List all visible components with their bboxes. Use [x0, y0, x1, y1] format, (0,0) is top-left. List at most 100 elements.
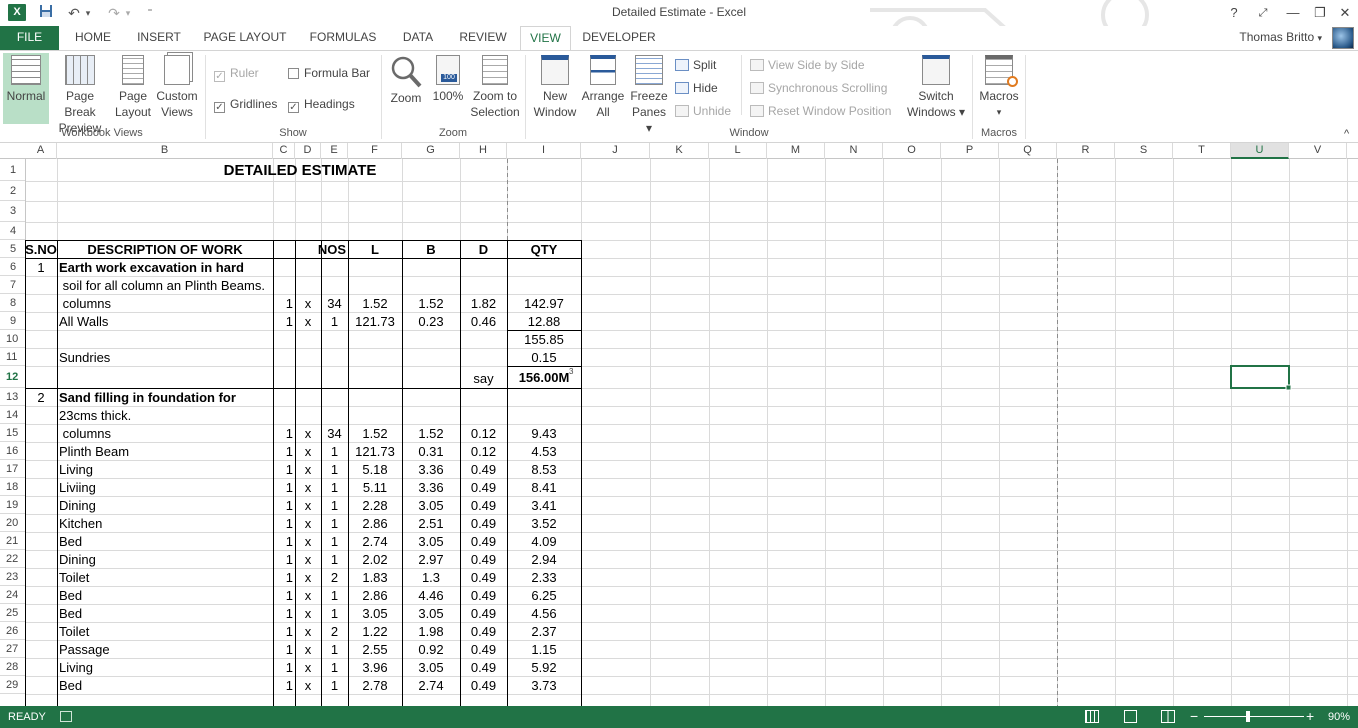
custom-views-button[interactable]: Custom Views [154, 53, 200, 120]
column-header-D[interactable]: D [295, 143, 321, 159]
row-header-4[interactable]: 4 [0, 222, 25, 240]
close-button[interactable]: ✕ [1334, 3, 1356, 23]
page-layout-button[interactable]: Page Layout [112, 53, 154, 120]
collapse-ribbon-icon[interactable]: ^ [1344, 125, 1349, 143]
tab-view[interactable]: VIEW [520, 26, 571, 51]
column-header-V[interactable]: V [1289, 143, 1347, 159]
tab-page-layout[interactable]: PAGE LAYOUT [198, 26, 292, 50]
row-header-23[interactable]: 23 [0, 568, 25, 586]
zoom-slider-thumb[interactable] [1246, 711, 1250, 722]
row-header-19[interactable]: 19 [0, 496, 25, 514]
row-header-16[interactable]: 16 [0, 442, 25, 460]
ruler-checkbox[interactable]: ✓ Ruler [214, 64, 259, 82]
arrange-all-button[interactable]: Arrange All [580, 53, 626, 120]
tab-data[interactable]: DATA [394, 26, 442, 50]
hide-button[interactable]: Hide [675, 79, 718, 97]
row-header-13[interactable]: 13 [0, 388, 25, 406]
headings-checkbox[interactable]: ✓ Headings [288, 95, 355, 113]
column-header-E[interactable]: E [321, 143, 348, 159]
active-cell-selection[interactable] [1230, 365, 1290, 389]
formula-bar-checkbox[interactable]: Formula Bar [288, 64, 370, 82]
freeze-panes-button[interactable]: Freeze Panes ▾ [628, 53, 670, 136]
normal-view-button[interactable]: Normal [3, 53, 49, 124]
tab-file[interactable]: FILE [0, 26, 59, 50]
row-header-25[interactable]: 25 [0, 604, 25, 622]
page-layout-status-icon[interactable] [1124, 710, 1137, 723]
column-header-C[interactable]: C [273, 143, 295, 159]
row-header-20[interactable]: 20 [0, 514, 25, 532]
zoom-out-button[interactable]: − [1190, 708, 1198, 724]
column-header-R[interactable]: R [1057, 143, 1115, 159]
page-break-status-icon[interactable] [1161, 710, 1175, 723]
row-header-7[interactable]: 7 [0, 276, 25, 294]
row-header-15[interactable]: 15 [0, 424, 25, 442]
column-header-M[interactable]: M [767, 143, 825, 159]
worksheet-grid[interactable]: ABCDEFGHIJKLMNOPQRSTUV 1 2 3 4 5 6 7 8 9 10 11 12 13… [0, 143, 1358, 706]
row-header-8[interactable]: 8 [0, 294, 25, 312]
reset-window-position-button[interactable]: Reset Window Position [750, 102, 891, 120]
column-header-O[interactable]: O [883, 143, 941, 159]
ribbon-display-options-icon[interactable]: ⤢ [1252, 3, 1274, 23]
column-header-J[interactable]: J [581, 143, 650, 159]
row-header-24[interactable]: 24 [0, 586, 25, 604]
column-header-P[interactable]: P [941, 143, 999, 159]
row-header-22[interactable]: 22 [0, 550, 25, 568]
row-header-28[interactable]: 28 [0, 658, 25, 676]
view-side-by-side-button[interactable]: View Side by Side [750, 56, 865, 74]
minimize-button[interactable]: — [1282, 3, 1304, 23]
row-header-5[interactable]: 5 [0, 240, 25, 258]
tab-formulas[interactable]: FORMULAS [302, 26, 384, 50]
zoom-button[interactable]: Zoom [386, 53, 426, 106]
zoom-slider-track[interactable] [1204, 716, 1304, 717]
unhide-button[interactable]: Unhide [675, 102, 731, 120]
column-header-T[interactable]: T [1173, 143, 1231, 159]
row-header-2[interactable]: 2 [0, 181, 25, 201]
tab-insert[interactable]: INSERT [130, 26, 188, 50]
row-header-10[interactable]: 10 [0, 330, 25, 348]
gridlines-checkbox[interactable]: ✓ Gridlines [214, 95, 277, 113]
column-header-I[interactable]: I [507, 143, 581, 159]
zoom-100-button[interactable]: 100 100% [430, 53, 466, 104]
column-header-U[interactable]: U [1231, 143, 1289, 159]
column-header-L[interactable]: L [709, 143, 767, 159]
row-header-1[interactable]: 1 [0, 159, 25, 181]
avatar[interactable] [1332, 27, 1354, 49]
user-name[interactable]: Thomas Britto ▾ [1239, 30, 1322, 44]
column-header-S[interactable]: S [1115, 143, 1173, 159]
column-header-Q[interactable]: Q [999, 143, 1057, 159]
row-header-3[interactable]: 3 [0, 201, 25, 222]
page-break-preview-button[interactable]: Page Break Preview [50, 53, 110, 136]
row-header-26[interactable]: 26 [0, 622, 25, 640]
macros-button[interactable]: Macros ▾ [976, 53, 1022, 120]
zoom-in-button[interactable]: + [1306, 708, 1314, 724]
column-header-G[interactable]: G [402, 143, 460, 159]
row-header-27[interactable]: 27 [0, 640, 25, 658]
row-header-11[interactable]: 11 [0, 348, 25, 366]
tab-developer[interactable]: DEVELOPER [580, 26, 658, 50]
column-header-H[interactable]: H [460, 143, 507, 159]
tab-home[interactable]: HOME [66, 26, 120, 50]
split-button[interactable]: Split [675, 56, 716, 74]
row-header-17[interactable]: 17 [0, 460, 25, 478]
new-window-button[interactable]: New Window [530, 53, 580, 120]
column-header-A[interactable]: A [25, 143, 57, 159]
normal-view-status-icon[interactable] [1085, 710, 1099, 723]
column-header-K[interactable]: K [650, 143, 709, 159]
restore-button[interactable]: ❐ [1309, 3, 1331, 23]
row-header-18[interactable]: 18 [0, 478, 25, 496]
row-header-6[interactable]: 6 [0, 258, 25, 276]
synchronous-scrolling-button[interactable]: Synchronous Scrolling [750, 79, 887, 97]
fill-handle[interactable] [1285, 384, 1292, 391]
tab-review[interactable]: REVIEW [452, 26, 514, 50]
row-header-9[interactable]: 9 [0, 312, 25, 330]
column-header-B[interactable]: B [57, 143, 273, 159]
macro-record-icon[interactable] [60, 711, 72, 722]
row-header-29[interactable]: 29 [0, 676, 25, 694]
column-header-N[interactable]: N [825, 143, 883, 159]
row-header-12[interactable]: 12 [0, 366, 25, 388]
switch-windows-button[interactable]: Switch Windows ▾ [904, 53, 968, 120]
row-header-14[interactable]: 14 [0, 406, 25, 424]
column-header-F[interactable]: F [348, 143, 402, 159]
zoom-level[interactable]: 90% [1328, 711, 1350, 723]
zoom-to-selection-button[interactable]: Zoom to Selection [468, 53, 522, 120]
